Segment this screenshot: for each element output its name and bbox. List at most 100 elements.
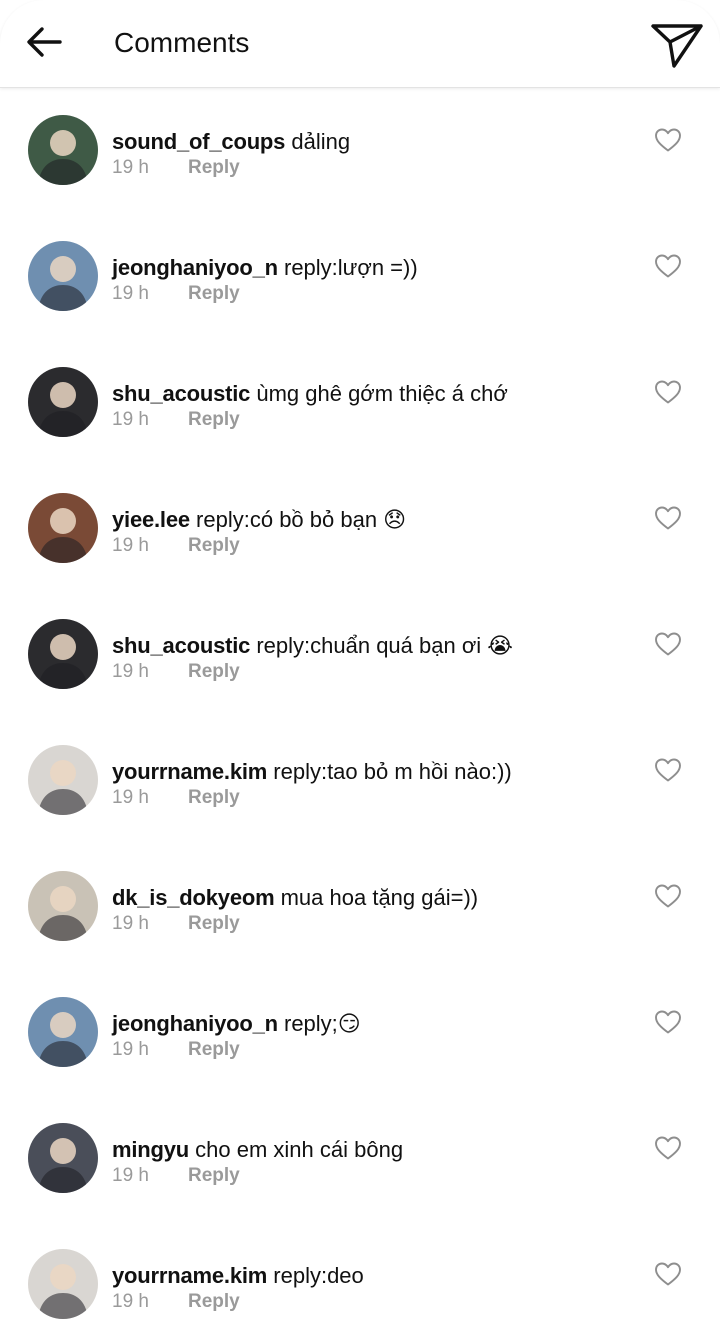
comment-text: reply:chuẩn quá bạn ơi 😭 — [256, 633, 513, 658]
comment-line: yiee.lee reply:có bồ bỏ bạn 😞 — [112, 506, 632, 534]
comment-username[interactable]: mingyu — [112, 1137, 189, 1162]
comment-username[interactable]: shu_acoustic — [112, 633, 250, 658]
share-button[interactable] — [648, 16, 706, 74]
comment-meta: 19 h Reply — [112, 1038, 632, 1062]
comment-meta: 19 h Reply — [112, 1290, 632, 1314]
like-button[interactable] — [654, 883, 682, 909]
comment-timestamp: 19 h — [112, 1165, 149, 1186]
reply-button[interactable]: Reply — [188, 1039, 240, 1060]
comment-body: jeonghaniyoo_n reply;😏 19 h Reply — [112, 1010, 632, 1062]
comment-item: sound_of_coups dảling 19 h Reply — [0, 89, 720, 215]
comment-line: shu_acoustic reply:chuẩn quá bạn ơi 😭 — [112, 632, 632, 660]
comment-timestamp: 19 h — [112, 409, 149, 430]
comment-item: yourrname.kim reply:deo 19 h Reply — [0, 1223, 720, 1337]
comment-item: shu_acoustic ùmg ghê gớm thiệc á chớ 19 h… — [0, 341, 720, 467]
heart-icon — [655, 632, 681, 656]
comment-meta: 19 h Reply — [112, 282, 632, 306]
comment-text: reply:deo — [273, 1263, 364, 1288]
avatar[interactable] — [28, 493, 98, 563]
comments-list[interactable]: sound_of_coups dảling 19 h Reply jeonghaniy… — [0, 89, 720, 1337]
comment-meta: 19 h Reply — [112, 408, 632, 432]
comment-timestamp: 19 h — [112, 535, 149, 556]
comment-item: jeonghaniyoo_n reply:lượn =)) 19 h Reply — [0, 215, 720, 341]
comment-timestamp: 19 h — [112, 787, 149, 808]
comment-username[interactable]: shu_acoustic — [112, 381, 250, 406]
comment-text: reply:có bồ bỏ bạn 😞 — [196, 507, 407, 532]
comment-text: cho em xinh cái bông — [195, 1137, 404, 1162]
comment-meta: 19 h Reply — [112, 534, 632, 558]
comment-text: reply:lượn =)) — [284, 255, 418, 280]
reply-button[interactable]: Reply — [188, 1291, 240, 1312]
comment-line: mingyu cho em xinh cái bông — [112, 1136, 632, 1164]
comment-line: sound_of_coups dảling — [112, 128, 632, 156]
comment-body: yourrname.kim reply:deo 19 h Reply — [112, 1262, 632, 1314]
heart-icon — [655, 380, 681, 404]
heart-icon — [655, 884, 681, 908]
comment-username[interactable]: sound_of_coups — [112, 129, 285, 154]
reply-button[interactable]: Reply — [188, 787, 240, 808]
comment-line: yourrname.kim reply:tao bỏ m hồi nào:)) — [112, 758, 632, 786]
avatar[interactable] — [28, 241, 98, 311]
comment-meta: 19 h Reply — [112, 912, 632, 936]
comment-text: mua hoa tặng gái=)) — [280, 885, 479, 910]
comment-line: yourrname.kim reply:deo — [112, 1262, 632, 1290]
heart-icon — [655, 128, 681, 152]
heart-icon — [655, 254, 681, 278]
comment-item: mingyu cho em xinh cái bông 19 h Reply — [0, 1097, 720, 1223]
comment-username[interactable]: jeonghaniyoo_n — [112, 255, 278, 280]
like-button[interactable] — [654, 757, 682, 783]
avatar[interactable] — [28, 1123, 98, 1193]
reply-button[interactable]: Reply — [188, 535, 240, 556]
avatar[interactable] — [28, 619, 98, 689]
avatar[interactable] — [28, 1249, 98, 1319]
comment-meta: 19 h Reply — [112, 156, 632, 180]
comment-username[interactable]: yourrname.kim — [112, 759, 267, 784]
comment-body: jeonghaniyoo_n reply:lượn =)) 19 h Reply — [112, 254, 632, 306]
reply-button[interactable]: Reply — [188, 157, 240, 178]
comment-timestamp: 19 h — [112, 913, 149, 934]
avatar[interactable] — [28, 367, 98, 437]
comment-item: yourrname.kim reply:tao bỏ m hồi nào:)) 1… — [0, 719, 720, 845]
comment-username[interactable]: jeonghaniyoo_n — [112, 1011, 278, 1036]
like-button[interactable] — [654, 1261, 682, 1287]
like-button[interactable] — [654, 505, 682, 531]
comment-timestamp: 19 h — [112, 283, 149, 304]
comment-line: jeonghaniyoo_n reply;😏 — [112, 1010, 632, 1038]
like-button[interactable] — [654, 1009, 682, 1035]
reply-button[interactable]: Reply — [188, 409, 240, 430]
reply-button[interactable]: Reply — [188, 913, 240, 934]
comment-text: ùmg ghê gớm thiệc á chớ — [256, 381, 508, 406]
avatar[interactable] — [28, 871, 98, 941]
heart-icon — [655, 1262, 681, 1286]
heart-icon — [655, 758, 681, 782]
reply-button[interactable]: Reply — [188, 1165, 240, 1186]
comment-username[interactable]: yiee.lee — [112, 507, 190, 532]
back-button[interactable] — [18, 16, 70, 68]
comment-item: shu_acoustic reply:chuẩn quá bạn ơi 😭 19 … — [0, 593, 720, 719]
heart-icon — [655, 1136, 681, 1160]
comment-timestamp: 19 h — [112, 1039, 149, 1060]
like-button[interactable] — [654, 1135, 682, 1161]
avatar[interactable] — [28, 115, 98, 185]
like-button[interactable] — [654, 253, 682, 279]
page-title: Comments — [114, 27, 250, 58]
avatar[interactable] — [28, 745, 98, 815]
comment-timestamp: 19 h — [112, 661, 149, 682]
comment-item: dk_is_dokyeom mua hoa tặng gái=)) 19 h Rep… — [0, 845, 720, 971]
header-bar: Comments — [0, 0, 720, 88]
comment-item: yiee.lee reply:có bồ bỏ bạn 😞 19 h Reply — [0, 467, 720, 593]
comment-username[interactable]: yourrname.kim — [112, 1263, 267, 1288]
like-button[interactable] — [654, 379, 682, 405]
heart-icon — [655, 506, 681, 530]
reply-button[interactable]: Reply — [188, 661, 240, 682]
avatar[interactable] — [28, 997, 98, 1067]
heart-icon — [655, 1010, 681, 1034]
arrow-left-icon — [27, 27, 62, 57]
like-button[interactable] — [654, 631, 682, 657]
comment-username[interactable]: dk_is_dokyeom — [112, 885, 275, 910]
reply-button[interactable]: Reply — [188, 283, 240, 304]
comment-body: sound_of_coups dảling 19 h Reply — [112, 128, 632, 180]
comment-body: yiee.lee reply:có bồ bỏ bạn 😞 19 h Reply — [112, 506, 632, 558]
like-button[interactable] — [654, 127, 682, 153]
comment-line: dk_is_dokyeom mua hoa tặng gái=)) — [112, 884, 632, 912]
